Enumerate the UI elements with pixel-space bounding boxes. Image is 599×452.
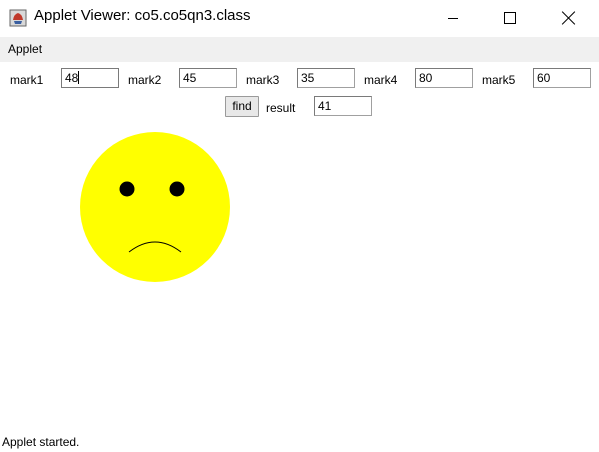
window-title: Applet Viewer: co5.co5qn3.class bbox=[34, 7, 251, 24]
java-coffee-icon bbox=[9, 9, 27, 27]
close-button[interactable] bbox=[546, 0, 592, 36]
text-caret bbox=[78, 71, 80, 84]
maximize-icon bbox=[504, 12, 516, 24]
mark3-label: mark3 bbox=[246, 73, 280, 87]
maximize-button[interactable] bbox=[487, 0, 533, 36]
mark1-label: mark1 bbox=[10, 73, 44, 87]
mark3-field[interactable]: 35 bbox=[297, 68, 355, 88]
mark2-label: mark2 bbox=[128, 73, 162, 87]
minimize-button[interactable] bbox=[430, 0, 476, 36]
menu-applet[interactable]: Applet bbox=[8, 42, 42, 56]
title-bar: Applet Viewer: co5.co5qn3.class bbox=[0, 0, 599, 36]
find-button[interactable]: find bbox=[225, 96, 259, 117]
mark2-field[interactable]: 45 bbox=[179, 68, 237, 88]
result-label: result bbox=[266, 101, 296, 115]
minimize-icon bbox=[448, 17, 458, 19]
left-eye bbox=[119, 181, 135, 197]
right-eye bbox=[169, 181, 185, 197]
result-field[interactable]: 41 bbox=[314, 96, 372, 116]
menu-bar: Applet bbox=[0, 37, 599, 62]
close-icon bbox=[562, 11, 576, 25]
face-circle bbox=[80, 132, 230, 282]
mark4-label: mark4 bbox=[364, 73, 398, 87]
status-text: Applet started. bbox=[2, 435, 80, 449]
mark1-field[interactable]: 48 bbox=[61, 68, 119, 88]
mark4-field[interactable]: 80 bbox=[415, 68, 473, 88]
mark5-field[interactable]: 60 bbox=[533, 68, 591, 88]
sad-face-drawing bbox=[80, 132, 230, 282]
mark5-label: mark5 bbox=[482, 73, 516, 87]
